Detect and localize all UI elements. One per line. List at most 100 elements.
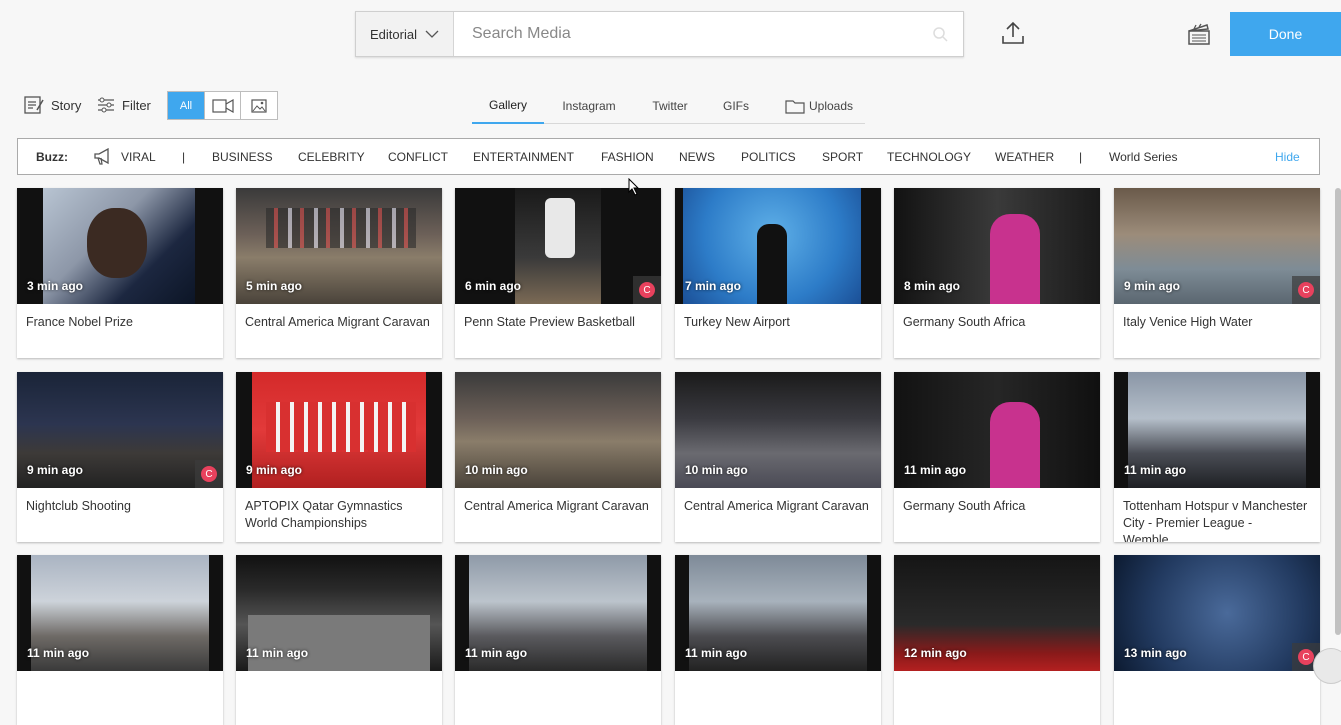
media-card[interactable]: 13 min ago C [1114, 555, 1320, 725]
story-button[interactable]: Story [24, 88, 81, 122]
source-select-label: Editorial [370, 26, 417, 42]
tab-gallery[interactable]: Gallery [472, 88, 544, 124]
buzz-hide-button[interactable]: Hide [1275, 150, 1300, 164]
search-input[interactable] [454, 12, 917, 56]
filter-button[interactable]: Filter [97, 88, 151, 122]
tab-twitter[interactable]: Twitter [638, 88, 702, 124]
media-time: 6 min ago [465, 279, 522, 293]
media-caption [1114, 671, 1320, 725]
upload-icon[interactable] [1000, 20, 1026, 46]
buzz-divider: | [182, 150, 186, 164]
image-icon [251, 98, 267, 113]
media-card[interactable]: 9 min ago APTOPIX Qatar Gymnastics World… [236, 372, 442, 542]
done-button[interactable]: Done [1230, 12, 1341, 56]
toolbar: Story Filter All Gallery Instagram Twitt… [0, 88, 1341, 124]
media-thumbnail: 9 min ago C [1114, 188, 1320, 304]
tab-uploads-label: Uploads [808, 99, 854, 113]
media-time: 9 min ago [1124, 279, 1181, 293]
media-time: 9 min ago [27, 463, 84, 477]
megaphone-icon [94, 148, 109, 165]
media-time: 7 min ago [685, 279, 742, 293]
media-caption: Italy Venice High Water [1123, 315, 1253, 329]
media-card[interactable]: 10 min ago Central America Migrant Carav… [455, 372, 661, 542]
media-card[interactable]: 10 min ago Central America Migrant Carav… [675, 372, 881, 542]
folder-icon [785, 99, 805, 114]
media-card[interactable]: 3 min ago France Nobel Prize [17, 188, 223, 358]
buzz-divider: | [1079, 150, 1083, 164]
chevron-down-icon [425, 30, 439, 38]
media-thumbnail: 9 min ago C [17, 372, 223, 488]
tab-instagram[interactable]: Instagram [552, 88, 626, 124]
media-caption: Nightclub Shooting [26, 499, 131, 513]
media-thumbnail: 11 min ago [1114, 372, 1320, 488]
clapperboard-icon[interactable] [1186, 21, 1212, 47]
media-card[interactable]: 12 min ago [894, 555, 1100, 725]
vertical-scrollbar[interactable] [1335, 188, 1341, 635]
buzz-conflict[interactable]: CONFLICT [388, 150, 448, 164]
tab-uploads[interactable]: Uploads [778, 88, 860, 124]
media-time: 11 min ago [1124, 463, 1187, 477]
collection-badge: C [1292, 276, 1320, 304]
media-thumbnail: 10 min ago [455, 372, 661, 488]
top-bar: Editorial Done [0, 0, 1341, 70]
media-thumbnail: 13 min ago C [1114, 555, 1320, 671]
media-thumbnail: 3 min ago [17, 188, 223, 304]
buzz-business[interactable]: BUSINESS [212, 150, 273, 164]
media-card[interactable]: 7 min ago Turkey New Airport [675, 188, 881, 358]
media-card[interactable]: 6 min ago C Penn State Preview Basketbal… [455, 188, 661, 358]
media-caption: Central America Migrant Caravan [684, 499, 869, 513]
buzz-weather[interactable]: WEATHER [995, 150, 1054, 164]
tab-gifs[interactable]: GIFs [712, 88, 760, 124]
buzz-politics[interactable]: POLITICS [741, 150, 796, 164]
media-time: 11 min ago [246, 646, 309, 660]
media-caption: Central America Migrant Caravan [464, 499, 649, 513]
buzz-news[interactable]: NEWS [679, 150, 715, 164]
media-thumbnail: 6 min ago C [455, 188, 661, 304]
buzz-entertainment[interactable]: ENTERTAINMENT [473, 150, 574, 164]
type-all-button[interactable]: All [168, 92, 205, 119]
buzz-technology[interactable]: TECHNOLOGY [887, 150, 971, 164]
media-card[interactable]: 5 min ago Central America Migrant Carava… [236, 188, 442, 358]
buzz-viral[interactable]: VIRAL [121, 150, 156, 164]
c-icon: C [639, 282, 655, 298]
media-caption [894, 671, 1100, 725]
media-thumbnail: 5 min ago [236, 188, 442, 304]
buzz-sport[interactable]: SPORT [822, 150, 863, 164]
media-card[interactable]: 11 min ago Germany South Africa [894, 372, 1100, 542]
buzz-label: Buzz: [36, 150, 68, 164]
type-video-button[interactable] [205, 92, 241, 119]
media-time: 5 min ago [246, 279, 303, 293]
media-thumbnail: 7 min ago [675, 188, 881, 304]
search-icon[interactable] [917, 12, 963, 56]
media-card[interactable]: 8 min ago Germany South Africa [894, 188, 1100, 358]
media-caption [17, 671, 223, 725]
source-select[interactable]: Editorial [356, 12, 454, 56]
media-caption: Tottenham Hotspur v Manchester City - Pr… [1123, 499, 1308, 542]
media-thumbnail: 12 min ago [894, 555, 1100, 671]
media-card[interactable]: 11 min ago [17, 555, 223, 725]
media-time: 12 min ago [904, 646, 967, 660]
type-image-button[interactable] [241, 92, 277, 119]
media-caption: Turkey New Airport [684, 315, 790, 329]
media-time: 9 min ago [246, 463, 303, 477]
media-time: 10 min ago [465, 463, 528, 477]
buzz-celebrity[interactable]: CELEBRITY [298, 150, 365, 164]
chat-icon[interactable] [1313, 648, 1341, 684]
media-card[interactable]: 11 min ago [236, 555, 442, 725]
media-card[interactable]: 9 min ago C Nightclub Shooting [17, 372, 223, 542]
media-type-toggle: All [167, 91, 278, 120]
media-thumbnail: 10 min ago [675, 372, 881, 488]
media-caption [675, 671, 881, 725]
c-icon: C [1298, 282, 1314, 298]
story-icon [24, 96, 44, 114]
media-card[interactable]: 9 min ago C Italy Venice High Water [1114, 188, 1320, 358]
media-card[interactable]: 11 min ago Tottenham Hotspur v Mancheste… [1114, 372, 1320, 542]
video-icon [211, 98, 234, 113]
buzz-bar: Buzz: VIRAL | BUSINESS CELEBRITY CONFLIC… [17, 138, 1320, 175]
buzz-fashion[interactable]: FASHION [601, 150, 654, 164]
media-thumbnail: 11 min ago [236, 555, 442, 671]
buzz-world-series[interactable]: World Series [1109, 150, 1177, 164]
media-card[interactable]: 11 min ago [455, 555, 661, 725]
media-card[interactable]: 11 min ago [675, 555, 881, 725]
media-time: 13 min ago [1124, 646, 1187, 660]
